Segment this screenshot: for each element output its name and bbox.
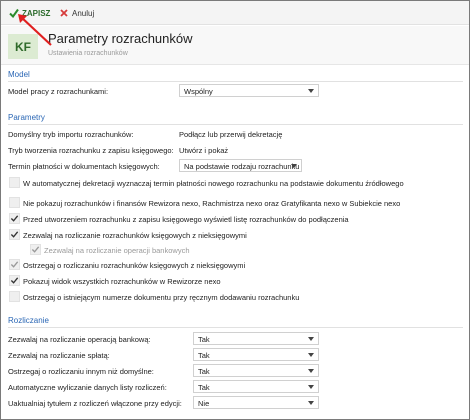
cancel-button[interactable]: Anuluj (59, 6, 94, 20)
import-mode-label: Domyślny tryb importu rozrachunków: (8, 130, 134, 139)
page-header: KF Parametry rozrachunków Ustawienia roz… (1, 26, 469, 65)
checkbox-label: W automatycznej dekretacji wyznaczaj ter… (23, 179, 404, 188)
section-title-model: Model (8, 70, 30, 79)
chevron-down-icon (291, 164, 297, 168)
settle-bank-label: Zezwalaj na rozliczanie operacją bankową… (8, 335, 151, 344)
checkbox-show-list[interactable] (9, 213, 20, 224)
update-title-label: Uaktualniaj tytułem z rozliczeń włączone… (8, 399, 182, 408)
checkmark-icon (31, 246, 40, 253)
chevron-down-icon (308, 89, 314, 93)
window: ZAPISZ Anuluj KF Parametry rozrachunków … (0, 0, 470, 420)
checkbox-show-all[interactable] (9, 275, 20, 286)
chevron-down-icon (308, 337, 314, 341)
warn-nondefault-select[interactable]: Tak (193, 364, 319, 377)
checkbox-label: Nie pokazuj rozrachunków i finansów Rewi… (23, 199, 401, 208)
save-label: ZAPISZ (22, 8, 51, 18)
section-title-parametry: Parametry (8, 113, 45, 122)
payment-term-value: Na podstawie rodzaju rozrachunku (184, 162, 300, 171)
checkbox-label: Ostrzegaj o rozliczaniu rozrachunków ksi… (23, 261, 246, 270)
payment-term-label: Termin płatności w dokumentach księgowyc… (8, 162, 160, 171)
checkmark-icon (10, 261, 19, 268)
update-title-value: Nie (198, 399, 210, 408)
save-button[interactable]: ZAPISZ (9, 6, 50, 20)
model-select[interactable]: Wspólny (179, 84, 319, 97)
divider (8, 327, 463, 328)
settle-repayment-select[interactable]: Tak (193, 348, 319, 361)
checkbox-label: Zezwalaj na rozliczanie operacji bankowy… (44, 246, 190, 255)
model-select-value: Wspólny (184, 87, 213, 96)
checkmark-icon (10, 277, 19, 284)
divider (8, 81, 463, 82)
settle-bank-value: Tak (198, 335, 210, 344)
model-field-label: Model pracy z rozrachunkami: (8, 87, 109, 96)
create-mode-label: Tryb tworzenia rozrachunku z zapisu księ… (8, 146, 174, 155)
settle-repayment-value: Tak (198, 351, 210, 360)
checkbox-allow-bank-ops[interactable] (30, 244, 41, 255)
close-icon (59, 8, 69, 18)
page-title: Parametry rozrachunków (48, 31, 193, 46)
chevron-down-icon (308, 401, 314, 405)
chevron-down-icon (308, 369, 314, 373)
warn-nondefault-value: Tak (198, 367, 210, 376)
checkmark-icon (9, 8, 19, 19)
page-subtitle: Ustawienia rozrachunków (48, 50, 128, 57)
checkbox-label: Pokazuj widok wszystkich rozrachunków w … (23, 277, 221, 286)
chevron-down-icon (308, 385, 314, 389)
checkbox-allow-mixed[interactable] (9, 229, 20, 240)
settle-bank-select[interactable]: Tak (193, 332, 319, 345)
auto-calc-label: Automatyczne wyliczanie danych listy roz… (8, 383, 167, 392)
section-title-rozliczanie: Rozliczanie (8, 316, 49, 325)
import-mode-value[interactable]: Podłącz lub przerwij dekretację (179, 130, 282, 139)
checkbox-label: Zezwalaj na rozliczanie rozrachunków ksi… (23, 231, 247, 240)
checkbox-warn-mixed[interactable] (9, 259, 20, 270)
chevron-down-icon (308, 353, 314, 357)
toolbar: ZAPISZ Anuluj (1, 1, 469, 25)
checkbox-warn-number[interactable] (9, 291, 20, 302)
checkbox-label: Ostrzegaj o istniejącym numerze dokument… (23, 293, 300, 302)
divider (8, 124, 463, 125)
update-title-select[interactable]: Nie (193, 396, 319, 409)
payment-term-select[interactable]: Na podstawie rodzaju rozrachunku (179, 159, 302, 172)
checkmark-icon (10, 215, 19, 222)
auto-calc-select[interactable]: Tak (193, 380, 319, 393)
create-mode-value[interactable]: Utwórz i pokaż (179, 146, 228, 155)
auto-calc-value: Tak (198, 383, 210, 392)
cancel-label: Anuluj (72, 8, 95, 18)
settle-repayment-label: Zezwalaj na rozliczanie spłatą: (8, 351, 110, 360)
checkbox-hide-finances[interactable] (9, 197, 20, 208)
app-logo: KF (8, 34, 38, 59)
checkmark-icon (10, 231, 19, 238)
checkbox-label: Przed utworzeniem rozrachunku z zapisu k… (23, 215, 349, 224)
checkbox-auto-term[interactable] (9, 177, 20, 188)
warn-nondefault-label: Ostrzegaj o rozliczaniu innym niż domyśl… (8, 367, 154, 376)
